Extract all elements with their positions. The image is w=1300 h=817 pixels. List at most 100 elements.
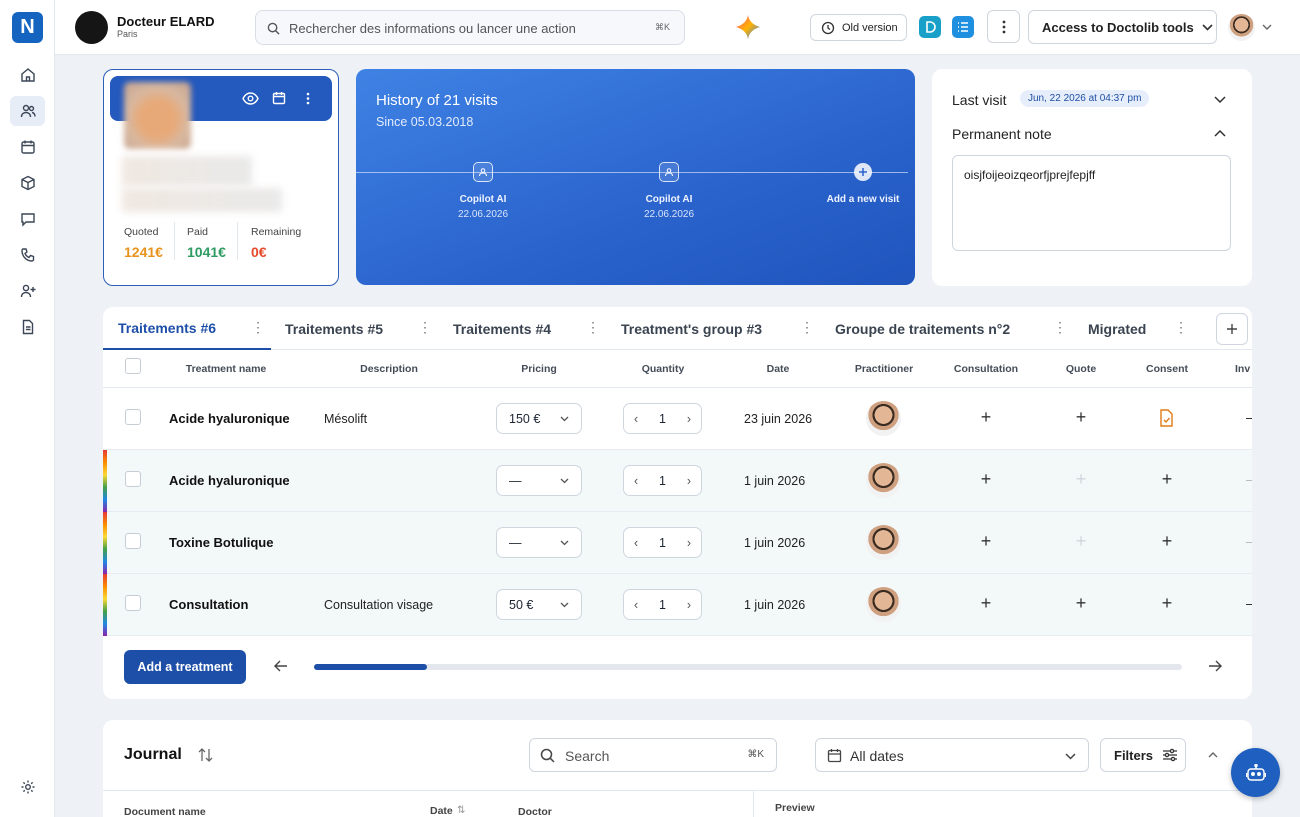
more-options-button[interactable] [987, 10, 1020, 43]
add-consent-plus-icon[interactable]: + [1157, 469, 1177, 490]
quantity-stepper[interactable]: ‹ 1 › [623, 403, 702, 434]
phone-icon[interactable] [10, 240, 45, 270]
treatment-date[interactable]: 1 juin 2026 [744, 536, 805, 550]
tab-kebab-icon[interactable]: ⋮ [1053, 319, 1067, 336]
old-version-button[interactable]: Old version [810, 14, 907, 41]
chevron-right-icon[interactable]: › [687, 412, 691, 426]
quantity-stepper[interactable]: ‹ 1 › [623, 589, 702, 620]
tab-kebab-icon[interactable]: ⋮ [800, 319, 814, 336]
chevron-left-icon[interactable]: ‹ [634, 598, 638, 612]
row-checkbox[interactable] [125, 595, 141, 611]
tab-kebab-icon[interactable]: ⋮ [418, 319, 432, 336]
pricing-select[interactable]: 50 € [496, 589, 582, 620]
gear-icon[interactable] [10, 772, 45, 802]
add-consultation-plus-icon[interactable]: + [976, 593, 996, 614]
practitioner-avatar[interactable] [866, 525, 901, 560]
pricing-select[interactable]: — [496, 527, 582, 558]
column-header[interactable]: Date [430, 805, 453, 817]
row-checkbox[interactable] [125, 471, 141, 487]
table-row[interactable]: Acide hyaluronique Mésolift 150 € ‹ 1 › 23… [103, 388, 1252, 450]
horizontal-scrollbar[interactable] [314, 664, 1182, 670]
home-icon[interactable] [10, 60, 45, 90]
list-app-icon[interactable] [952, 16, 974, 38]
chevron-right-icon[interactable]: › [687, 536, 691, 550]
journal-search-input[interactable]: Search ⌘K [529, 738, 777, 772]
tab-groupe-2[interactable]: Groupe de traitements n°2 [835, 321, 1010, 337]
doctolib-app-icon[interactable] [919, 16, 941, 38]
add-tab-button[interactable] [1216, 313, 1248, 345]
visit-label[interactable]: Copilot AI [609, 194, 729, 205]
table-row[interactable]: Toxine Botulique — ‹ 1 › 1 juin 2026 + + + [103, 512, 1252, 574]
date-filter-dropdown[interactable]: All dates [815, 738, 1089, 772]
patients-icon[interactable] [10, 96, 45, 126]
consent-document-icon[interactable] [1159, 409, 1174, 427]
add-quote-plus-icon[interactable]: + [1071, 593, 1091, 614]
tab-treatment-group-3[interactable]: Treatment's group #3 [621, 321, 762, 337]
row-checkbox[interactable] [125, 409, 141, 425]
calendar-icon[interactable] [10, 132, 45, 162]
global-search-input[interactable]: Rechercher des informations ou lancer un… [255, 10, 685, 45]
treatment-date[interactable]: 1 juin 2026 [744, 474, 805, 488]
table-row[interactable]: Consultation Consultation visage 50 € ‹ 1… [103, 574, 1252, 636]
arrow-left-icon[interactable] [274, 660, 288, 672]
add-treatment-button[interactable]: Add a treatment [124, 650, 246, 684]
add-visit-plus-icon[interactable] [854, 163, 872, 181]
tab-kebab-icon[interactable]: ⋮ [586, 319, 600, 336]
add-consent-plus-icon[interactable]: + [1157, 593, 1177, 614]
quantity-stepper[interactable]: ‹ 1 › [623, 465, 702, 496]
eye-icon[interactable] [242, 92, 259, 105]
sort-icon[interactable] [198, 748, 213, 762]
tab-kebab-icon[interactable]: ⋮ [251, 319, 265, 336]
chevron-left-icon[interactable]: ‹ [634, 474, 638, 488]
calendar-icon[interactable] [272, 91, 286, 105]
permanent-note-label[interactable]: Permanent note [952, 126, 1052, 142]
document-icon[interactable] [10, 312, 45, 342]
visit-label[interactable]: Copilot AI [423, 194, 543, 205]
tab-traitements-6[interactable]: Traitements #6 [118, 320, 216, 336]
user-avatar[interactable] [1228, 14, 1255, 41]
permanent-note-textarea[interactable]: oisjfoijeoizqeorfjprejfepjff [952, 155, 1231, 251]
chevron-right-icon[interactable]: › [687, 598, 691, 612]
ai-sparkle-icon[interactable] [735, 14, 761, 40]
add-consultation-plus-icon[interactable]: + [976, 531, 996, 552]
treatment-date[interactable]: 1 juin 2026 [744, 598, 805, 612]
visit-node-icon[interactable] [659, 162, 679, 182]
app-logo[interactable]: N [12, 12, 43, 43]
tab-kebab-icon[interactable]: ⋮ [1174, 319, 1188, 336]
chevron-up-icon[interactable] [1214, 130, 1226, 137]
tab-migrated[interactable]: Migrated [1088, 321, 1146, 337]
practitioner-avatar[interactable] [866, 463, 901, 498]
last-visit-label[interactable]: Last visit [952, 92, 1006, 108]
tab-traitements-5[interactable]: Traitements #5 [285, 321, 383, 337]
add-visit-label[interactable]: Add a new visit [803, 194, 923, 205]
visit-node-icon[interactable] [473, 162, 493, 182]
chevron-down-icon[interactable] [1262, 24, 1272, 30]
doctor-name[interactable]: Docteur ELARD [117, 14, 215, 29]
add-consultation-plus-icon[interactable]: + [976, 469, 996, 490]
chevron-up-icon[interactable] [1208, 752, 1218, 758]
add-consent-plus-icon[interactable]: + [1157, 531, 1177, 552]
treatment-description[interactable]: Mésolift [324, 412, 367, 426]
select-all-checkbox[interactable] [125, 358, 141, 374]
chevron-down-icon[interactable] [1214, 96, 1226, 103]
treatment-description[interactable]: Consultation visage [324, 598, 433, 612]
add-quote-plus-icon[interactable]: + [1071, 407, 1091, 428]
kebab-icon[interactable] [306, 92, 310, 105]
row-checkbox[interactable] [125, 533, 141, 549]
assistant-fab-button[interactable] [1231, 748, 1280, 797]
pricing-select[interactable]: 150 € [496, 403, 582, 434]
treatment-date[interactable]: 23 juin 2026 [744, 412, 812, 426]
practitioner-avatar[interactable] [866, 401, 901, 436]
add-consultation-plus-icon[interactable]: + [976, 407, 996, 428]
chevron-left-icon[interactable]: ‹ [634, 536, 638, 550]
add-user-icon[interactable] [10, 276, 45, 306]
quantity-stepper[interactable]: ‹ 1 › [623, 527, 702, 558]
table-row[interactable]: Acide hyaluronique — ‹ 1 › 1 juin 2026 + +… [103, 450, 1252, 512]
chevron-right-icon[interactable]: › [687, 474, 691, 488]
doctolib-tools-dropdown[interactable]: Access to Doctolib tools [1028, 10, 1217, 44]
doctor-avatar[interactable] [75, 11, 108, 44]
chevron-left-icon[interactable]: ‹ [634, 412, 638, 426]
scrollbar-thumb[interactable] [314, 664, 427, 670]
tab-traitements-4[interactable]: Traitements #4 [453, 321, 551, 337]
chat-icon[interactable] [10, 204, 45, 234]
